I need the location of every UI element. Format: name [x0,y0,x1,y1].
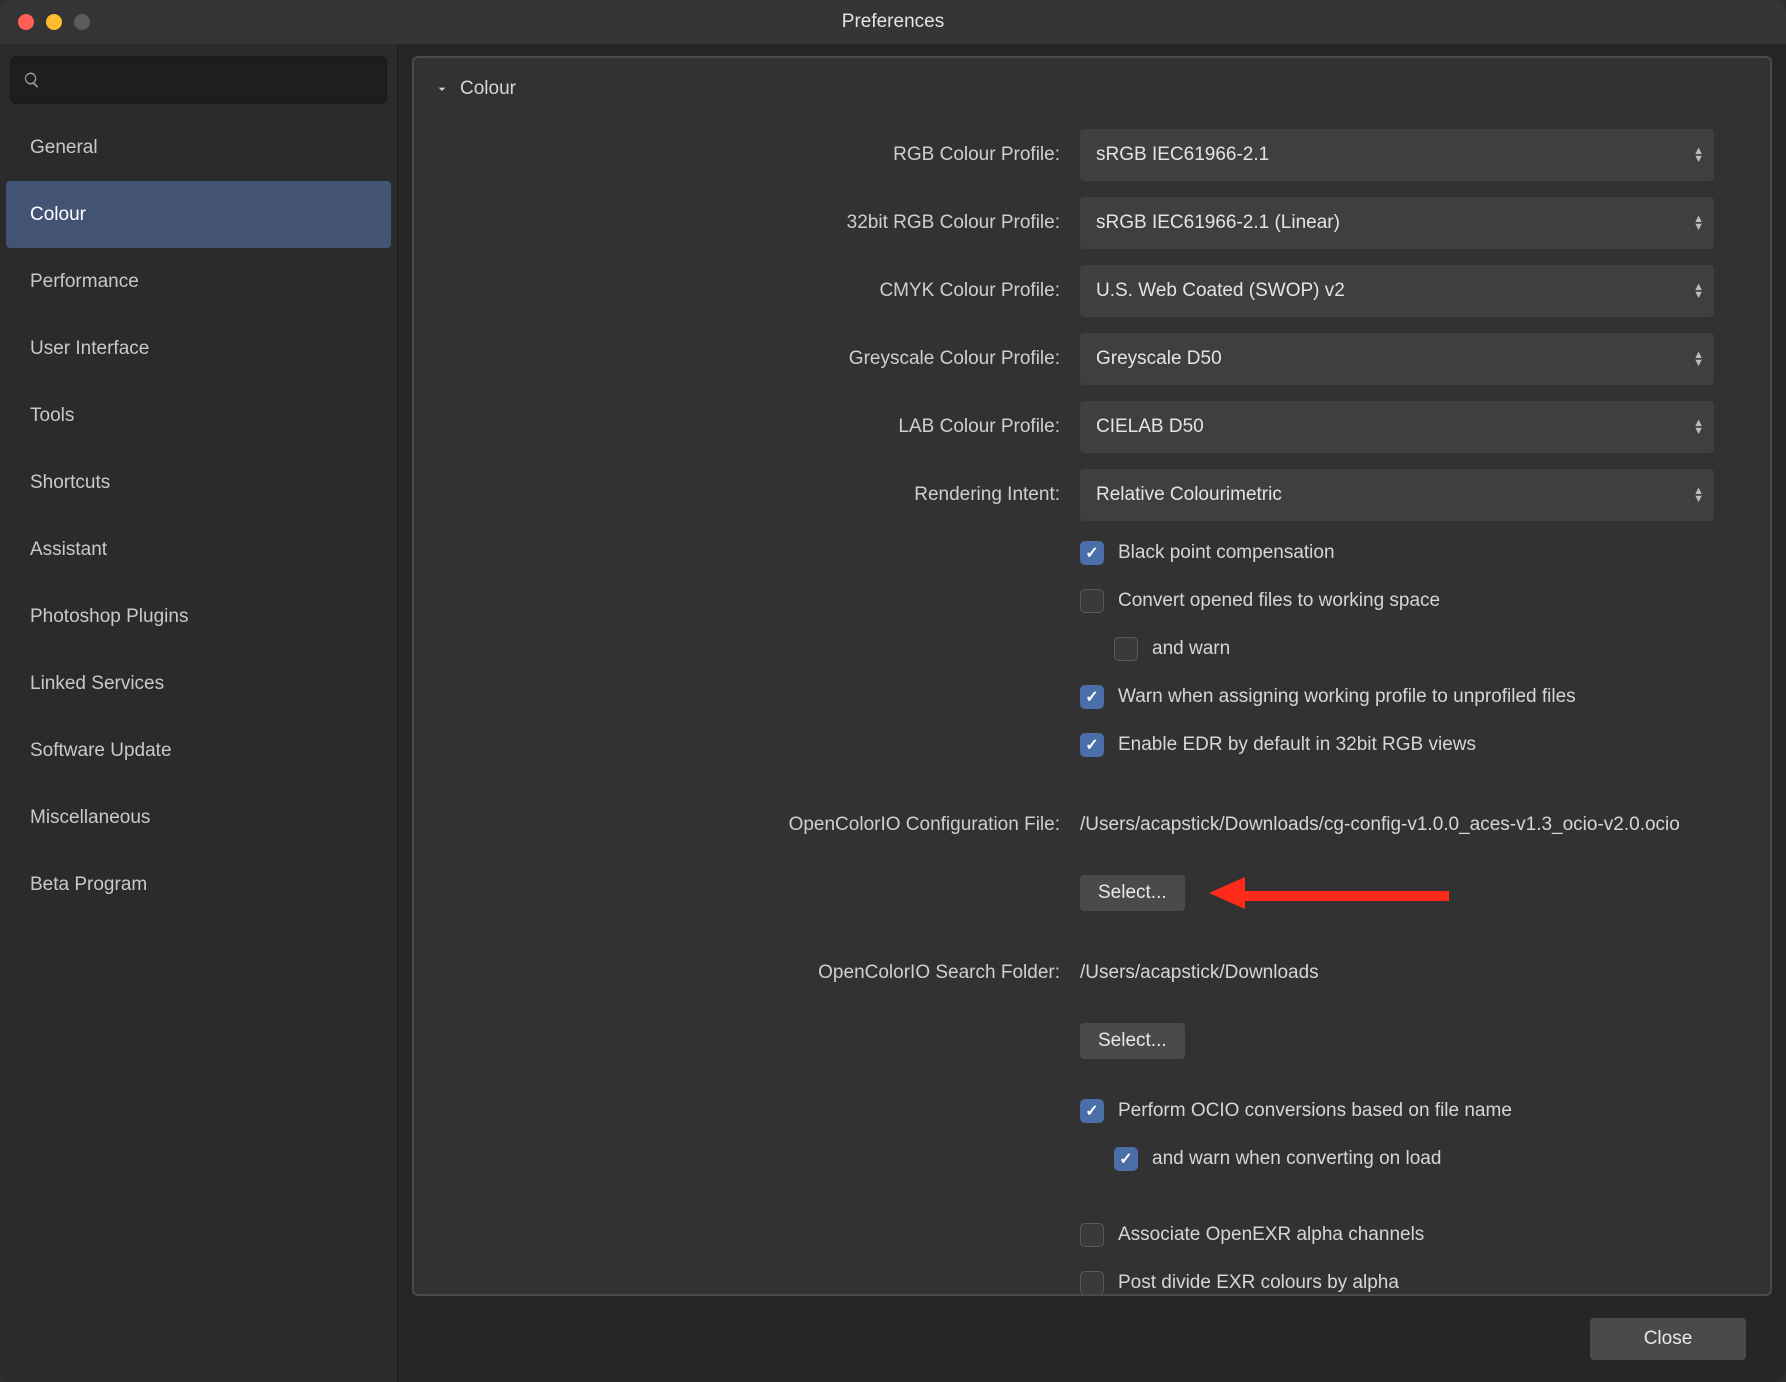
sidebar-item-label: User Interface [30,338,149,360]
post-divide-exr-label: Post divide EXR colours by alpha [1118,1272,1399,1294]
sidebar-search-input[interactable] [51,70,374,91]
perform-ocio-checkbox[interactable] [1080,1099,1104,1123]
search-icon [23,71,41,89]
window-controls [0,14,90,30]
section-title: Colour [460,78,516,100]
sidebar-item-label: Photoshop Plugins [30,606,188,628]
perform-ocio-label: Perform OCIO conversions based on file n… [1118,1100,1512,1122]
label-rgb32-profile: 32bit RGB Colour Profile: [434,212,1064,234]
chevron-down-icon [434,81,450,97]
titlebar: Preferences [0,0,1786,44]
black-point-checkbox[interactable] [1080,541,1104,565]
enable-edr-checkbox[interactable] [1080,733,1104,757]
sidebar-item-label: Colour [30,204,86,226]
convert-opened-label: Convert opened files to working space [1118,590,1440,612]
enable-edr-label: Enable EDR by default in 32bit RGB views [1118,734,1476,756]
section-header[interactable]: Colour [434,78,1750,100]
ocio-search-path: /Users/acapstick/Downloads [1080,962,1319,984]
colour-panel: Colour RGB Colour Profile: sRGB IEC61966… [412,56,1772,1296]
sidebar-item-label: Performance [30,271,139,293]
label-lab-profile: LAB Colour Profile: [434,416,1064,438]
sidebar-item-linked-services[interactable]: Linked Services [6,650,391,717]
post-divide-exr-checkbox[interactable] [1080,1271,1104,1295]
warn-assign-checkbox[interactable] [1080,685,1104,709]
select-value: Greyscale D50 [1096,348,1222,370]
sidebar-item-colour[interactable]: Colour [6,181,391,248]
label-rendering-intent: Rendering Intent: [434,484,1064,506]
minimize-window-button[interactable] [46,14,62,30]
lab-profile-select[interactable]: CIELAB D50 ▲▼ [1080,401,1714,453]
and-warn-ocio-label: and warn when converting on load [1152,1148,1441,1170]
black-point-label: Black point compensation [1118,542,1335,564]
label-ocio-config: OpenColorIO Configuration File: [434,814,1064,836]
preferences-window: Preferences General Colour Performance U… [0,0,1786,1382]
sidebar-item-performance[interactable]: Performance [6,248,391,315]
label-grey-profile: Greyscale Colour Profile: [434,348,1064,370]
select-value: CIELAB D50 [1096,416,1204,438]
sidebar-search[interactable] [10,56,387,104]
close-button[interactable]: Close [1590,1318,1746,1360]
sidebar: General Colour Performance User Interfac… [0,44,398,1382]
convert-opened-checkbox[interactable] [1080,589,1104,613]
sidebar-item-general[interactable]: General [6,114,391,181]
sidebar-item-label: Miscellaneous [30,807,150,829]
content-area: Colour RGB Colour Profile: sRGB IEC61966… [398,44,1786,1382]
window-body: General Colour Performance User Interfac… [0,44,1786,1382]
sidebar-item-miscellaneous[interactable]: Miscellaneous [6,784,391,851]
select-value: U.S. Web Coated (SWOP) v2 [1096,280,1345,302]
and-warn-ocio-checkbox[interactable] [1114,1147,1138,1171]
ocio-search-select-button[interactable]: Select... [1080,1023,1185,1059]
stepper-icon: ▲▼ [1693,147,1704,163]
sidebar-item-label: Assistant [30,539,107,561]
sidebar-item-label: General [30,137,98,159]
associate-openexr-label: Associate OpenEXR alpha channels [1118,1224,1424,1246]
sidebar-item-label: Tools [30,405,74,427]
associate-openexr-checkbox[interactable] [1080,1223,1104,1247]
sidebar-item-user-interface[interactable]: User Interface [6,315,391,382]
select-value: sRGB IEC61966-2.1 (Linear) [1096,212,1340,234]
colour-form: RGB Colour Profile: sRGB IEC61966-2.1 ▲▼… [434,128,1714,1296]
sidebar-item-beta-program[interactable]: Beta Program [6,851,391,918]
cmyk-profile-select[interactable]: U.S. Web Coated (SWOP) v2 ▲▼ [1080,265,1714,317]
sidebar-item-photoshop-plugins[interactable]: Photoshop Plugins [6,583,391,650]
window-title: Preferences [0,11,1786,33]
annotation-arrow [1209,883,1449,903]
and-warn-convert-label: and warn [1152,638,1230,660]
sidebar-item-label: Software Update [30,740,172,762]
stepper-icon: ▲▼ [1693,215,1704,231]
maximize-window-button[interactable] [74,14,90,30]
close-window-button[interactable] [18,14,34,30]
rgb32-profile-select[interactable]: sRGB IEC61966-2.1 (Linear) ▲▼ [1080,197,1714,249]
sidebar-item-label: Beta Program [30,874,147,896]
rendering-intent-select[interactable]: Relative Colourimetric ▲▼ [1080,469,1714,521]
footer: Close [412,1296,1772,1382]
sidebar-item-label: Linked Services [30,673,164,695]
ocio-config-path: /Users/acapstick/Downloads/cg-config-v1.… [1080,814,1680,836]
sidebar-item-tools[interactable]: Tools [6,382,391,449]
stepper-icon: ▲▼ [1693,419,1704,435]
stepper-icon: ▲▼ [1693,487,1704,503]
label-ocio-search: OpenColorIO Search Folder: [434,962,1064,984]
stepper-icon: ▲▼ [1693,351,1704,367]
and-warn-convert-checkbox[interactable] [1114,637,1138,661]
grey-profile-select[interactable]: Greyscale D50 ▲▼ [1080,333,1714,385]
label-cmyk-profile: CMYK Colour Profile: [434,280,1064,302]
sidebar-item-software-update[interactable]: Software Update [6,717,391,784]
sidebar-item-assistant[interactable]: Assistant [6,516,391,583]
sidebar-item-label: Shortcuts [30,472,110,494]
stepper-icon: ▲▼ [1693,283,1704,299]
label-rgb-profile: RGB Colour Profile: [434,144,1064,166]
sidebar-list: General Colour Performance User Interfac… [0,114,397,918]
rgb-profile-select[interactable]: sRGB IEC61966-2.1 ▲▼ [1080,129,1714,181]
warn-assign-label: Warn when assigning working profile to u… [1118,686,1576,708]
select-value: Relative Colourimetric [1096,484,1282,506]
ocio-config-select-button[interactable]: Select... [1080,875,1185,911]
sidebar-item-shortcuts[interactable]: Shortcuts [6,449,391,516]
select-value: sRGB IEC61966-2.1 [1096,144,1269,166]
